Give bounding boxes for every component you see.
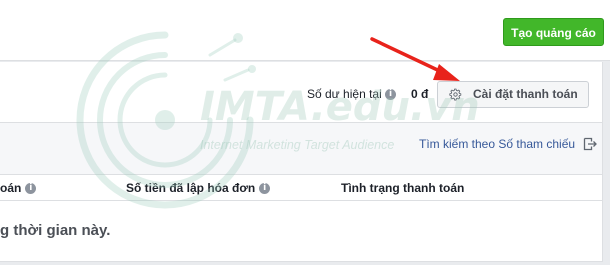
current-balance-text: Số dư hiện tại (307, 87, 382, 101)
search-bar: Tìm kiếm theo Số tham chiếu (0, 122, 602, 175)
current-balance-value: 0 đ (411, 87, 429, 101)
billing-panel: Số dư hiện tại i 0 đ Cài đặt thanh toán … (0, 62, 603, 262)
info-icon[interactable]: i (25, 183, 37, 195)
info-icon[interactable]: i (385, 89, 397, 101)
export-icon[interactable] (583, 137, 597, 151)
payment-settings-button[interactable]: Cài đặt thanh toán (437, 81, 589, 108)
column-header-amount-billed[interactable]: Số tiền đã lập hóa đơn i (126, 181, 271, 195)
column-header-payment-method[interactable]: oán i (0, 181, 37, 195)
column-header-label: oán (0, 181, 22, 195)
column-header-label: Tình trạng thanh toán (341, 181, 465, 195)
empty-state-message: g thời gian này. (0, 222, 111, 239)
search-by-reference-link[interactable]: Tìm kiếm theo Số tham chiếu (419, 137, 575, 151)
payment-settings-label: Cài đặt thanh toán (473, 87, 578, 101)
current-balance-label: Số dư hiện tại i (307, 87, 397, 101)
info-icon[interactable]: i (259, 183, 271, 195)
create-ad-button[interactable]: Tạo quảng cáo (503, 18, 604, 46)
balance-row: Số dư hiện tại i 0 đ Cài đặt thanh toán (0, 62, 602, 122)
gear-icon (449, 88, 462, 101)
column-header-label: Số tiền đã lập hóa đơn (126, 181, 256, 195)
table-header: oán i Số tiền đã lập hóa đơn i Tình trạng … (0, 175, 602, 201)
top-bar: Tạo quảng cáo (0, 0, 610, 61)
column-header-payment-status[interactable]: Tình trạng thanh toán (341, 181, 464, 195)
